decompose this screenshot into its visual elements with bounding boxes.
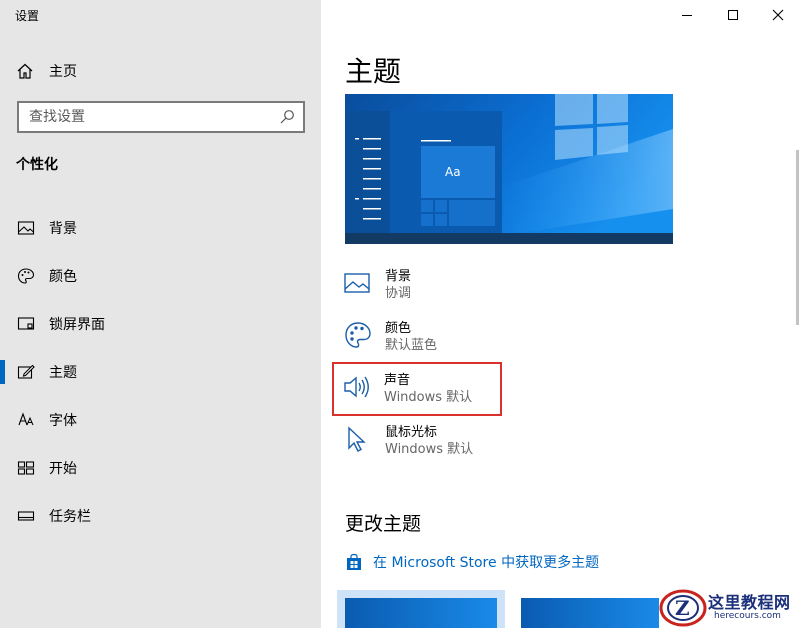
sidebar-item-colors[interactable]: 颜色 [0,252,321,300]
close-icon [772,9,784,21]
option-title: 鼠标光标 [385,425,438,440]
option-title: 背景 [385,269,412,284]
watermark-url: herecours.com [714,611,781,621]
search-input[interactable] [29,109,279,125]
sidebar-item-fonts[interactable]: 字体 [0,396,321,444]
store-link-label: 在 Microsoft Store 中获取更多主题 [373,555,600,571]
option-title: 颜色 [385,321,412,336]
home-label: 主页 [49,64,77,80]
thumbnail-image [345,598,497,628]
watermark-title: 这里教程网 [708,593,791,612]
change-theme-heading: 更改主题 [345,513,422,535]
thumbnail-image [521,598,659,628]
lock-screen-icon [17,315,35,333]
maximize-button[interactable] [710,2,756,28]
color-option[interactable]: 颜色 默认蓝色 [335,312,505,362]
sidebar-item-label: 字体 [49,413,77,429]
taskbar-icon [17,507,35,525]
cursor-icon [348,426,366,452]
theme-thumbnail[interactable] [521,590,659,628]
watermark: Z 这里教程网 herecours.com [656,584,802,628]
option-title: 声音 [384,373,411,388]
minimize-icon [682,15,692,16]
option-subtitle: Windows 默认 [384,390,473,405]
sound-option[interactable]: 声音 Windows 默认 [332,362,502,416]
start-tiles-icon [17,459,35,477]
theme-edit-icon [17,363,35,381]
preview-text: Aa [445,165,461,179]
theme-preview: Aa [345,94,673,244]
sidebar-item-label: 颜色 [49,269,77,285]
svg-text:Z: Z [675,596,690,620]
sidebar-item-label: 背景 [49,221,77,237]
picture-icon [17,219,35,237]
sidebar-item-lock-screen[interactable]: 锁屏界面 [0,300,321,348]
palette-icon [17,267,35,285]
sidebar-item-themes[interactable]: 主题 [0,348,321,396]
theme-thumbnail[interactable] [337,590,505,628]
window-title: 设置 [15,9,40,23]
search-icon[interactable] [279,109,295,125]
search-box[interactable] [17,101,305,133]
store-bag-icon [347,553,361,570]
home-nav-item[interactable]: 主页 [16,58,306,84]
picture-icon [344,273,370,293]
home-icon [17,63,33,79]
option-subtitle: 默认蓝色 [385,338,438,353]
watermark-logo: Z [659,589,707,627]
option-subtitle: 协调 [385,286,412,301]
section-title: 个性化 [16,157,58,173]
scrollbar[interactable] [796,150,799,325]
sidebar-item-label: 主题 [49,365,77,381]
background-option[interactable]: 背景 协调 [335,260,505,310]
sidebar-item-label: 锁屏界面 [49,317,105,333]
palette-icon [345,322,371,348]
close-button[interactable] [755,2,801,28]
sidebar-item-label: 开始 [49,461,77,477]
sidebar-item-start[interactable]: 开始 [0,444,321,492]
sidebar: 设置 主页 个性化 背景 颜色 锁 [0,0,321,628]
mouse-cursor-option[interactable]: 鼠标光标 Windows 默认 [335,416,505,466]
speaker-icon [344,376,369,398]
sidebar-nav: 背景 颜色 锁屏界面 主题 字体 开始 任务栏 [0,204,321,540]
maximize-icon [728,10,738,20]
font-icon [17,411,35,429]
main-content: 主题 Aa 背景 协调 颜色 默认蓝色 声音 Windows 默认 鼠标光标 W… [321,0,802,628]
page-title: 主题 [345,55,402,88]
microsoft-store-link[interactable]: 在 Microsoft Store 中获取更多主题 [345,552,599,572]
sidebar-item-taskbar[interactable]: 任务栏 [0,492,321,540]
sidebar-item-background[interactable]: 背景 [0,204,321,252]
minimize-button[interactable] [664,2,710,28]
sidebar-item-label: 任务栏 [49,509,91,525]
option-subtitle: Windows 默认 [385,442,474,457]
